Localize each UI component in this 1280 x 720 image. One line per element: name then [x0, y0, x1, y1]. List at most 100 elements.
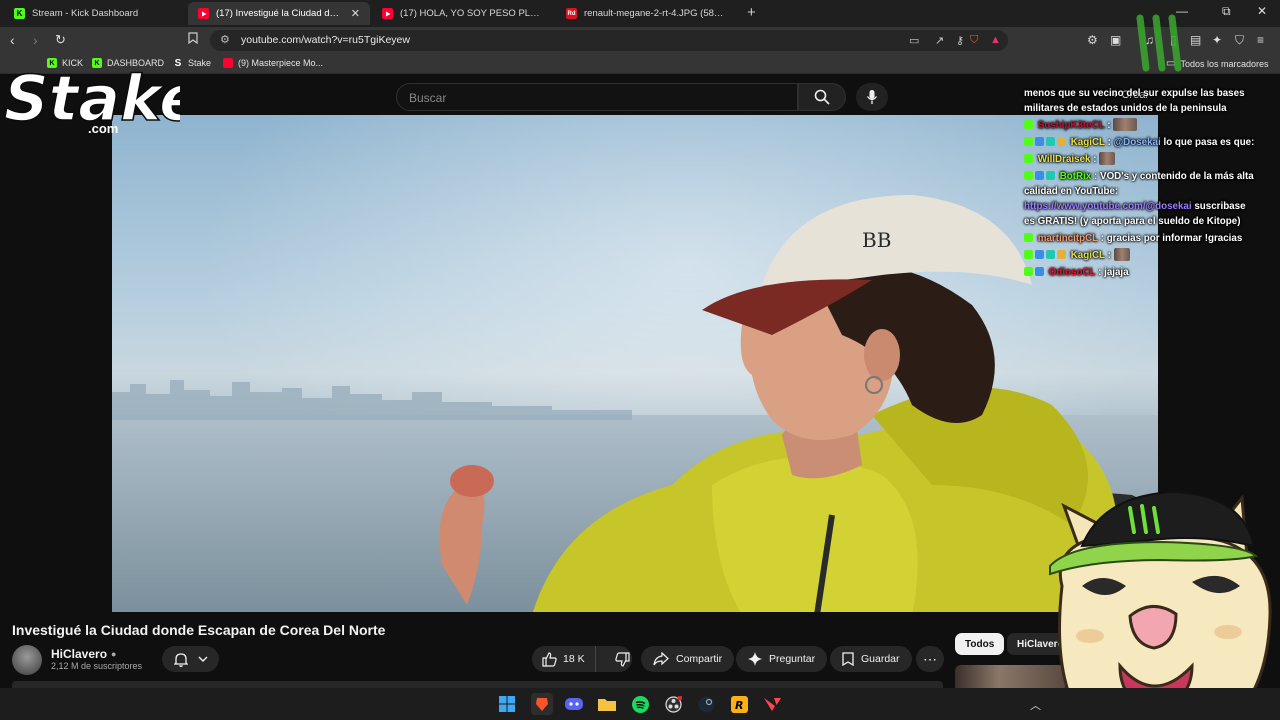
tab-title: (17) HOLA, YO SOY PESO PLUMA // I — [400, 8, 542, 19]
steam-icon[interactable] — [697, 695, 715, 713]
chat-message: KagiCL : — [1024, 248, 1256, 263]
vpn-icon[interactable]: ⛉ — [1235, 33, 1244, 48]
kick-badge-icon — [1024, 267, 1033, 276]
gift-badge-icon — [1057, 250, 1066, 259]
save-label: Guardar — [861, 653, 900, 665]
gift-badge-icon — [1057, 137, 1066, 146]
leo-ai-icon[interactable]: ✦ — [1212, 33, 1222, 47]
brave-shield-icon[interactable]: ⛉ — [970, 34, 978, 47]
chip-all[interactable]: Todos — [955, 633, 1005, 655]
menu-icon[interactable]: ≡ — [1257, 33, 1264, 47]
kick-icon: K — [14, 8, 25, 19]
tab-title: renault-megane-2-rt-4.JPG (580×31 — [584, 8, 726, 19]
more-icon: ⋯ — [923, 650, 937, 667]
tab-youtube-peso-pluma[interactable]: (17) HOLA, YO SOY PESO PLUMA // I — [372, 2, 552, 25]
kick-badge-icon — [1024, 233, 1033, 242]
chat-message: OdiosoCL : jajaja — [1024, 265, 1256, 280]
url-text: youtube.com/watch?v=ru5TgiKeyew — [241, 34, 410, 46]
tab-title: Stream - Kick Dashboard — [32, 8, 139, 19]
svg-text:BB: BB — [862, 228, 891, 252]
image-icon: Rd — [566, 8, 577, 19]
like-button[interactable]: 18 K — [532, 646, 596, 672]
chat-text: : VOD's y contenido de la más alta calid… — [1024, 171, 1254, 197]
tab-renault-image[interactable]: Rd renault-megane-2-rt-4.JPG (580×31 — [556, 2, 736, 25]
chat-username: SushipK3teCL — [1037, 120, 1105, 131]
like-count: 18 K — [563, 653, 585, 665]
file-explorer-icon[interactable] — [598, 695, 616, 713]
reload-icon[interactable]: ↻ — [55, 32, 66, 48]
obs-studio-icon[interactable] — [664, 695, 682, 713]
cast-icon[interactable]: ▭ — [909, 34, 919, 47]
chat-text: : gracias por informar !gracias — [1100, 233, 1243, 244]
forward-icon[interactable]: › — [33, 32, 38, 48]
youtube-icon — [223, 58, 233, 68]
chat-username: KagiCL — [1070, 137, 1105, 148]
chat-username: KagiCL — [1070, 250, 1105, 261]
new-tab-icon[interactable]: + — [747, 4, 756, 21]
channel-name-row[interactable]: HiClavero ● — [51, 647, 116, 661]
windows-start-icon[interactable] — [498, 695, 516, 713]
extensions-icon[interactable]: ⚙ — [1087, 33, 1098, 47]
dislike-button[interactable] — [603, 646, 642, 672]
chevron-down-icon — [198, 656, 207, 662]
kick-badge-icon — [1024, 171, 1033, 180]
more-actions-button[interactable]: ⋯ — [916, 646, 944, 672]
site-info-icon[interactable]: ⚙ — [220, 33, 230, 46]
sub-badge-icon — [1035, 250, 1044, 259]
bookmark-icon[interactable] — [188, 32, 198, 47]
kick-badge-icon — [1024, 137, 1033, 146]
back-icon[interactable]: ‹ — [10, 32, 15, 48]
discord-icon[interactable] — [565, 695, 583, 713]
save-icon — [842, 652, 854, 666]
chat-text: : — [1107, 120, 1111, 131]
search-input[interactable]: Buscar — [396, 83, 798, 111]
youtube-icon — [382, 8, 393, 19]
voice-search-button[interactable] — [856, 83, 888, 111]
valorant-icon[interactable] — [763, 695, 781, 713]
tab-title: (17) Investigué la Ciudad donde — [216, 8, 344, 19]
address-bar[interactable]: ⚙ youtube.com/watch?v=ru5TgiKeyew ▭ ↗ ⚷ … — [210, 30, 1008, 51]
address-bar-row: ‹ › ↻ ⚙ youtube.com/watch?v=ru5TgiKeyew … — [0, 27, 1280, 54]
chat-text: : — [1093, 154, 1097, 165]
chat-text: : — [1107, 250, 1111, 261]
tray-expand-icon[interactable]: ︿ — [1030, 697, 1041, 713]
search-button[interactable] — [798, 83, 846, 111]
share-button[interactable]: Compartir — [641, 646, 735, 672]
windows-taskbar: R ︿ — [0, 688, 1280, 720]
close-window-icon[interactable]: ✕ — [1257, 4, 1267, 18]
like-dislike-group: 18 K — [532, 646, 632, 672]
save-button[interactable]: Guardar — [830, 646, 912, 672]
tab-youtube-active[interactable]: (17) Investigué la Ciudad donde ✕ — [188, 2, 370, 25]
spotify-icon[interactable] — [631, 695, 649, 713]
rockstar-launcher-icon[interactable]: R — [730, 695, 748, 713]
chat-message: KagiCL : @Dosekai lo que pasa es que: — [1024, 135, 1256, 150]
kick-badge-icon — [1024, 250, 1033, 259]
channel-avatar[interactable] — [12, 645, 42, 675]
chat-message: BotRix : VOD's y contenido de la más alt… — [1024, 169, 1256, 229]
youtube-icon — [198, 8, 209, 19]
screenshot-icon[interactable]: ▣ — [1110, 33, 1121, 47]
share-arrow-icon — [653, 652, 669, 666]
bookmark-label: (9) Masterpiece Mo... — [238, 58, 324, 68]
ask-label: Preguntar — [769, 653, 816, 665]
verified-icon: ● — [111, 649, 117, 659]
share-icon[interactable]: ↗ — [935, 34, 944, 47]
brave-rewards-icon[interactable]: ▲ — [990, 34, 1001, 46]
star-badge-icon — [1046, 137, 1055, 146]
maximize-icon[interactable]: ⧉ — [1222, 4, 1231, 19]
notifications-button[interactable] — [162, 646, 219, 672]
thumbs-down-icon — [614, 651, 630, 667]
video-player[interactable]: BB — [112, 115, 1158, 612]
close-tab-icon[interactable]: ✕ — [351, 7, 360, 20]
tab-kick-dashboard[interactable]: K Stream - Kick Dashboard — [4, 2, 184, 25]
key-icon[interactable]: ⚷ — [956, 34, 964, 47]
sub-badge-icon — [1035, 137, 1044, 146]
kick-badge-icon — [1024, 154, 1033, 163]
bookmarks-bar: K KICK K DASHBOARD S Stake (9) Masterpie… — [0, 54, 1280, 74]
ask-button[interactable]: Preguntar — [736, 646, 828, 672]
bookmark-masterpiece[interactable]: (9) Masterpiece Mo... — [223, 58, 323, 68]
chat-text-cont: lo que pasa es que: — [1163, 137, 1255, 148]
brave-browser-icon[interactable] — [531, 693, 553, 715]
emote-icon — [1113, 248, 1130, 261]
emote-icon — [1113, 118, 1138, 131]
